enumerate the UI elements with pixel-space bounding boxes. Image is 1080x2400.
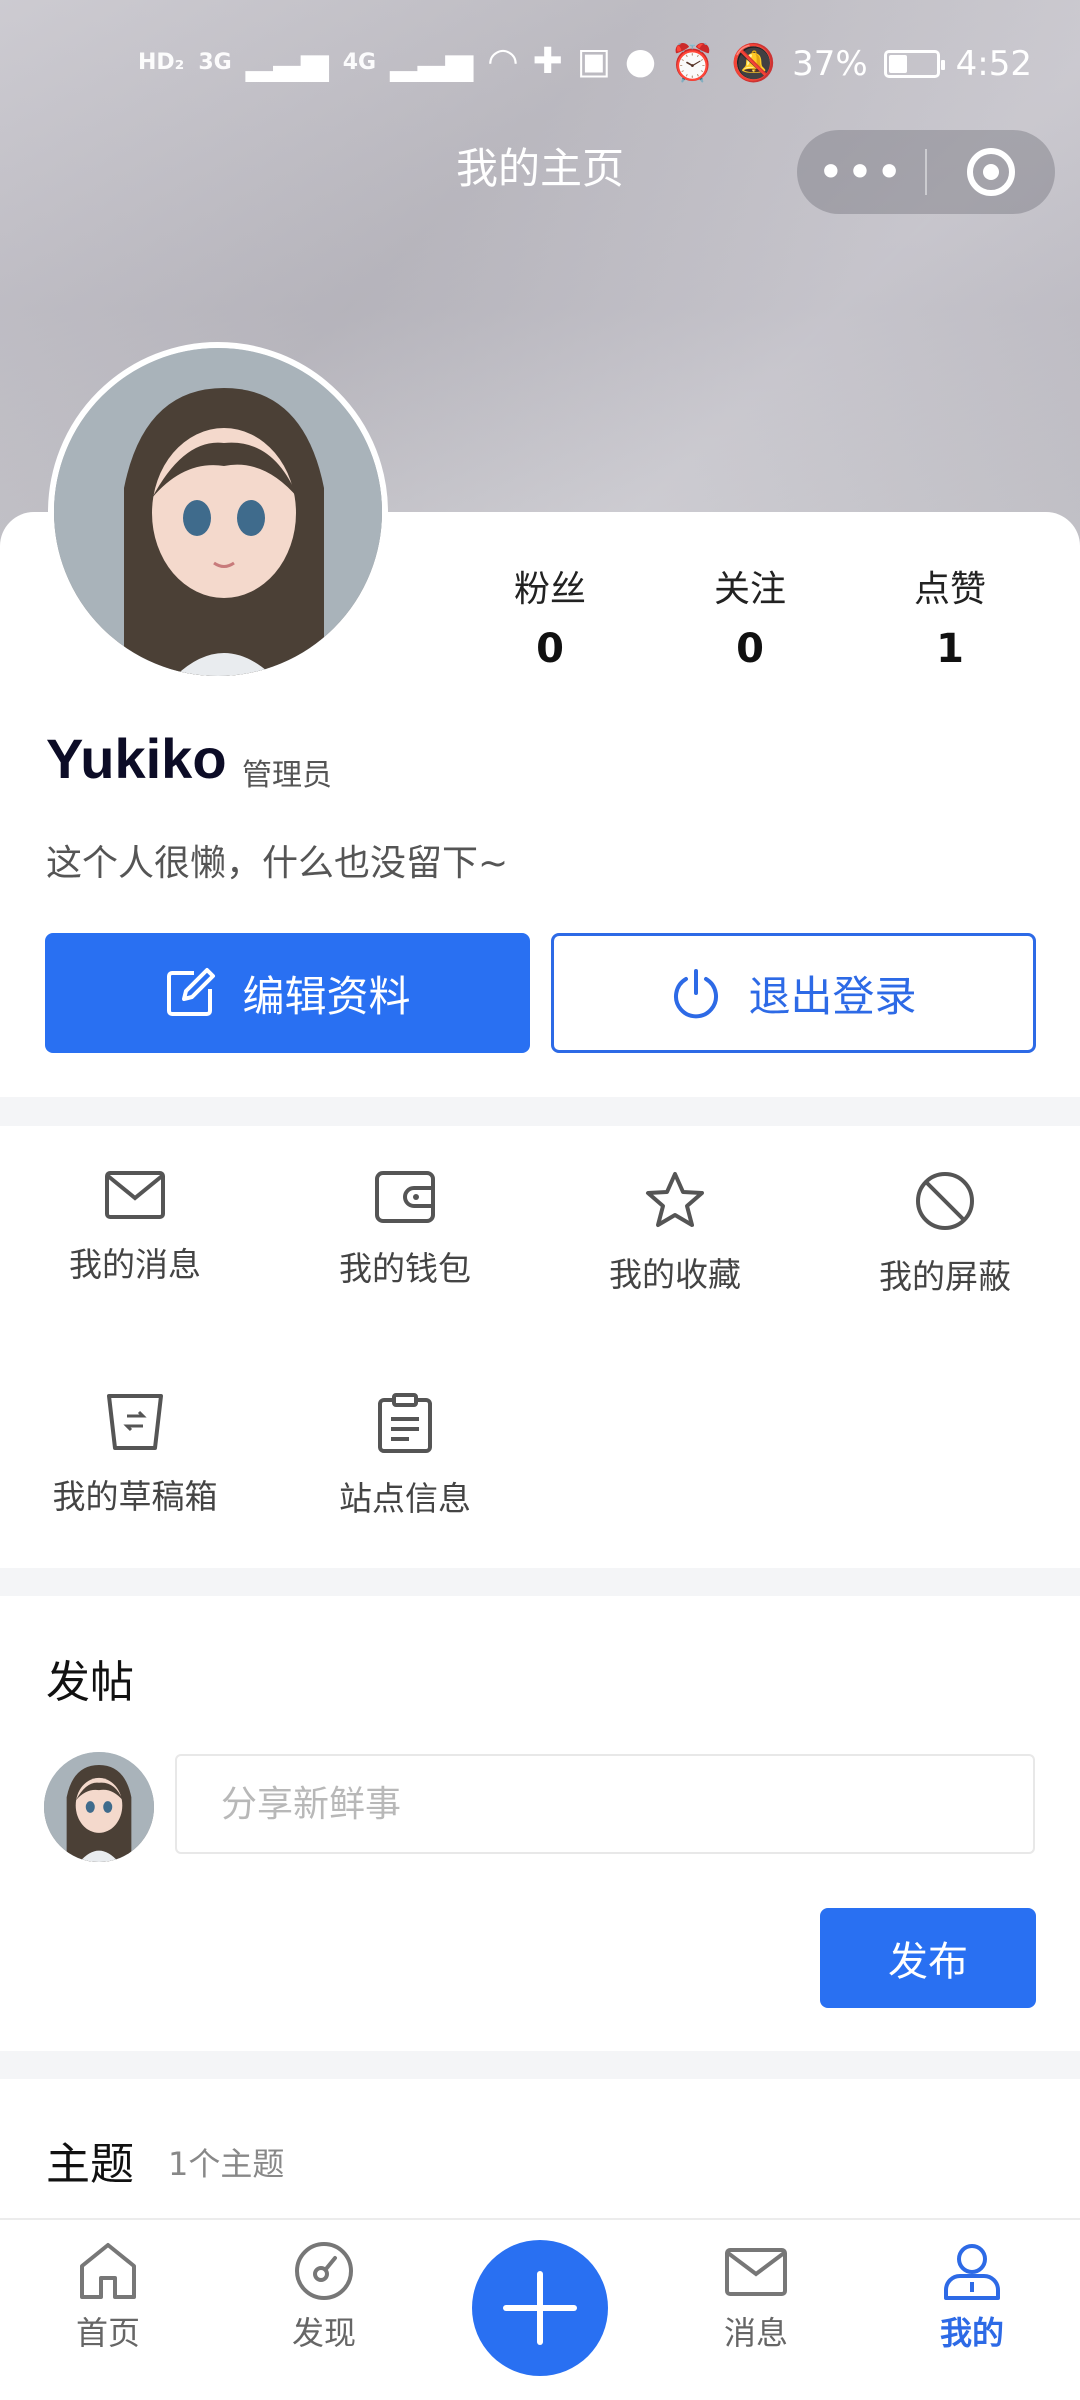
target-close-icon: [967, 148, 1015, 196]
clipboard-icon: [378, 1393, 432, 1453]
stat-label: 关注: [713, 569, 786, 610]
stat-following[interactable]: 关注 0: [650, 560, 850, 672]
miniprogram-capsule: •••: [797, 130, 1055, 214]
avatar-portrait-icon: [54, 348, 382, 676]
composer-title: 发帖: [46, 1657, 134, 1708]
signal-bars-icon: ▂▃▅: [390, 41, 474, 82]
menu-label: 我的屏蔽: [879, 1257, 1011, 1296]
logout-button[interactable]: 退出登录: [551, 933, 1036, 1053]
chat-bubble-icon: ●: [624, 41, 657, 82]
power-icon: [674, 969, 719, 1019]
menu-item-site-info[interactable]: 站点信息: [270, 1348, 540, 1548]
alipay-icon: ✚: [532, 41, 563, 82]
alarm-icon: ⏰: [670, 43, 716, 84]
user-bio: 这个人很懒，什么也没留下~: [46, 843, 509, 884]
avatar-portrait-icon: [44, 1752, 154, 1862]
wallet-icon: [375, 1171, 435, 1223]
create-post-button[interactable]: [472, 2240, 608, 2376]
tab-messages[interactable]: 消息: [686, 2240, 826, 2354]
mail-icon: [725, 2248, 787, 2296]
profile-menu: 我的消息 我的钱包 我的收藏 我的屏蔽 我的草稿箱 站点信息: [0, 1126, 1080, 1568]
menu-item-blocked[interactable]: 我的屏蔽: [810, 1126, 1080, 1326]
tab-profile[interactable]: 我的: [902, 2240, 1042, 2354]
tab-discover[interactable]: 发现: [254, 2240, 394, 2354]
publish-button[interactable]: 发布: [820, 1908, 1036, 2008]
menu-item-wallet[interactable]: 我的钱包: [270, 1126, 540, 1326]
logout-label: 退出登录: [748, 971, 917, 1021]
stat-value: 1: [936, 626, 964, 672]
post-input[interactable]: [175, 1754, 1035, 1854]
envelope-icon: [105, 1171, 165, 1219]
stat-value: 0: [536, 626, 564, 672]
topics-section: 主题 1个主题: [0, 2079, 1080, 2219]
status-right: ⏰ 🔕 37% 4:52: [670, 44, 1032, 84]
stat-fans[interactable]: 粉丝 0: [450, 560, 650, 672]
user-icon: [944, 2244, 1000, 2300]
edit-profile-label: 编辑资料: [242, 971, 411, 1021]
menu-label: 站点信息: [339, 1479, 471, 1518]
clock-time: 4:52: [955, 44, 1032, 84]
compass-icon: [295, 2242, 353, 2300]
edit-icon: [167, 968, 216, 1016]
status-left: HD₂ 3G ▂▃▅ 4G ▂▃▅ ◠ ✚ ▣ ●: [138, 44, 656, 80]
menu-label: 我的消息: [69, 1245, 201, 1284]
tab-label: 消息: [723, 2314, 788, 2352]
home-icon: [80, 2243, 136, 2299]
edit-profile-button[interactable]: 编辑资料: [45, 933, 530, 1053]
signal-bars-icon: ▂▃▅: [245, 41, 329, 82]
signal-3g-indicator: 3G: [198, 49, 232, 75]
menu-label: 我的钱包: [339, 1249, 471, 1288]
battery-icon: [883, 50, 945, 78]
menu-item-drafts[interactable]: 我的草稿箱: [0, 1348, 270, 1548]
composer-avatar: [44, 1752, 154, 1862]
topics-count: 1个主题: [168, 2145, 285, 2183]
stat-label: 点赞: [913, 569, 986, 610]
stat-value: 0: [736, 626, 764, 672]
menu-label: 我的收藏: [609, 1255, 741, 1294]
battery-percent: 37%: [792, 44, 868, 84]
status-bar: HD₂ 3G ▂▃▅ 4G ▂▃▅ ◠ ✚ ▣ ● ⏰ 🔕 37% 4:52: [0, 30, 1080, 100]
menu-item-messages[interactable]: 我的消息: [0, 1126, 270, 1326]
tab-home[interactable]: 首页: [38, 2240, 178, 2354]
avatar[interactable]: [48, 342, 388, 682]
hd-indicator: HD₂: [138, 49, 185, 75]
stat-label: 粉丝: [513, 569, 586, 610]
plus-icon: [503, 2271, 577, 2345]
app-notification-icon: ▣: [576, 41, 611, 82]
menu-label: 我的草稿箱: [52, 1477, 218, 1516]
tab-label: 发现: [291, 2314, 356, 2352]
mute-bell-icon: 🔕: [731, 43, 777, 84]
star-icon: [646, 1172, 704, 1227]
drafts-bin-icon: [107, 1394, 163, 1450]
close-miniprogram-button[interactable]: [927, 148, 1055, 196]
bottom-tab-bar: 首页 发现 消息 我的: [0, 2218, 1080, 2400]
profile-stats: 粉丝 0 关注 0 点赞 1: [450, 560, 1050, 672]
tab-label: 我的: [939, 2314, 1004, 2352]
tab-label: 首页: [75, 2314, 140, 2352]
more-dots-icon[interactable]: •••: [797, 130, 925, 214]
wifi-icon: ◠: [487, 41, 519, 82]
block-icon: [916, 1172, 974, 1230]
menu-item-favorites[interactable]: 我的收藏: [540, 1126, 810, 1326]
username: Yukiko: [46, 727, 227, 790]
role-badge: 管理员: [242, 758, 332, 793]
post-composer: 发帖 发布: [0, 1596, 1080, 2051]
stat-likes[interactable]: 点赞 1: [850, 560, 1050, 672]
signal-4g-indicator: 4G: [342, 49, 377, 75]
topics-title: 主题: [46, 2139, 134, 2190]
